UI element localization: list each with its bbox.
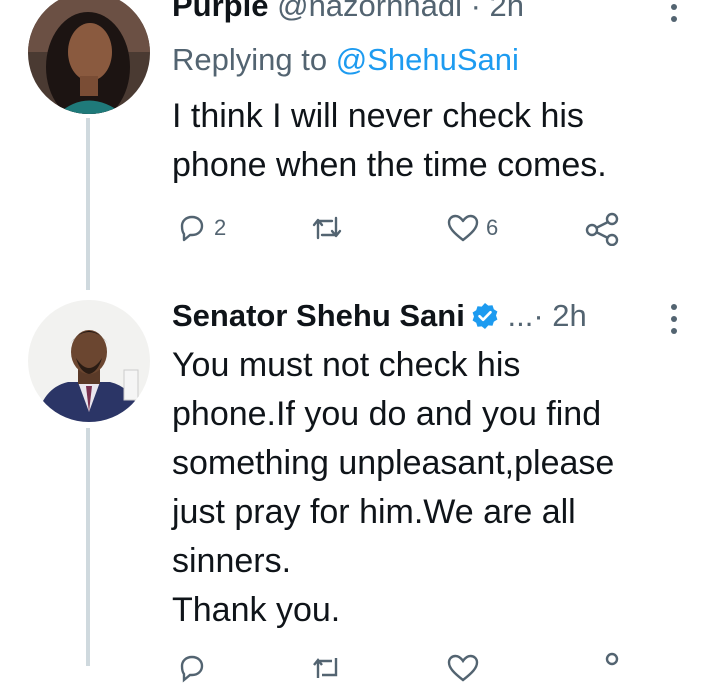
share-button[interactable] [584,212,620,246]
tweet1-more-icon[interactable] [671,4,679,28]
reply-icon [176,212,208,244]
tweet1-author-handle[interactable]: @nazornnadi [277,0,462,23]
retweet-icon [309,652,345,684]
tweet2-author-name[interactable]: Senator Shehu Sani [172,298,465,333]
share-icon [584,652,620,686]
tweet2-reply-button[interactable] [176,652,208,684]
tweet2-retweet-button[interactable] [309,652,345,684]
tweet1-replying-line: Replying to @ShehuSani [172,42,519,78]
tweet2-more-icon[interactable] [671,304,679,340]
share-icon [584,212,620,246]
retweet-icon [309,212,345,244]
replying-to-label: Replying to [172,42,328,77]
thread-line-top [86,118,90,290]
tweet2-text-line: You must not check his [172,346,521,384]
tweet1-header: Purple @nazornnadi · 2h [172,0,524,24]
avatar-purple[interactable] [28,0,150,114]
retweet-button[interactable] [309,212,345,244]
tweet2-text-line: phone.If you do and you find [172,395,602,433]
tweet1-text-line: phone when the time comes. [172,146,607,184]
verified-badge-icon [471,302,499,338]
tweet2-like-button[interactable] [446,652,480,684]
tweet1-timestamp[interactable]: · 2h [471,0,524,23]
like-icon [446,652,480,684]
reply-button[interactable]: 2 [176,212,226,244]
tweet2-timestamp[interactable]: · 2h [533,298,586,333]
avatar-shehu-sani[interactable] [28,300,150,422]
like-count: 6 [486,215,499,240]
tweet1-text: I think I will never check his phone whe… [172,92,607,190]
tweet2-text-line: sinners. [172,542,292,580]
reply-count: 2 [214,215,227,240]
tweet1-author-name[interactable]: Purple [172,0,268,23]
tweet2-author-handle[interactable]: ... [507,298,533,333]
thread-line-bottom [86,428,90,666]
tweet2-text-line: Thank you. [172,591,341,629]
like-icon [446,212,480,244]
replying-to-link[interactable]: @ShehuSani [336,42,519,77]
reply-icon [176,652,208,684]
like-button[interactable]: 6 [446,212,498,244]
tweet2-text-line: something unpleasant,please [172,444,615,482]
tweet1-text-line: I think I will never check his [172,97,584,135]
tweet2-text: You must not check his phone.If you do a… [172,341,614,635]
tweet2-text-line: just pray for him.We are all [172,493,576,531]
tweet2-share-button[interactable] [584,652,620,686]
tweet2-header: Senator Shehu Sani ...· 2h [172,298,587,338]
